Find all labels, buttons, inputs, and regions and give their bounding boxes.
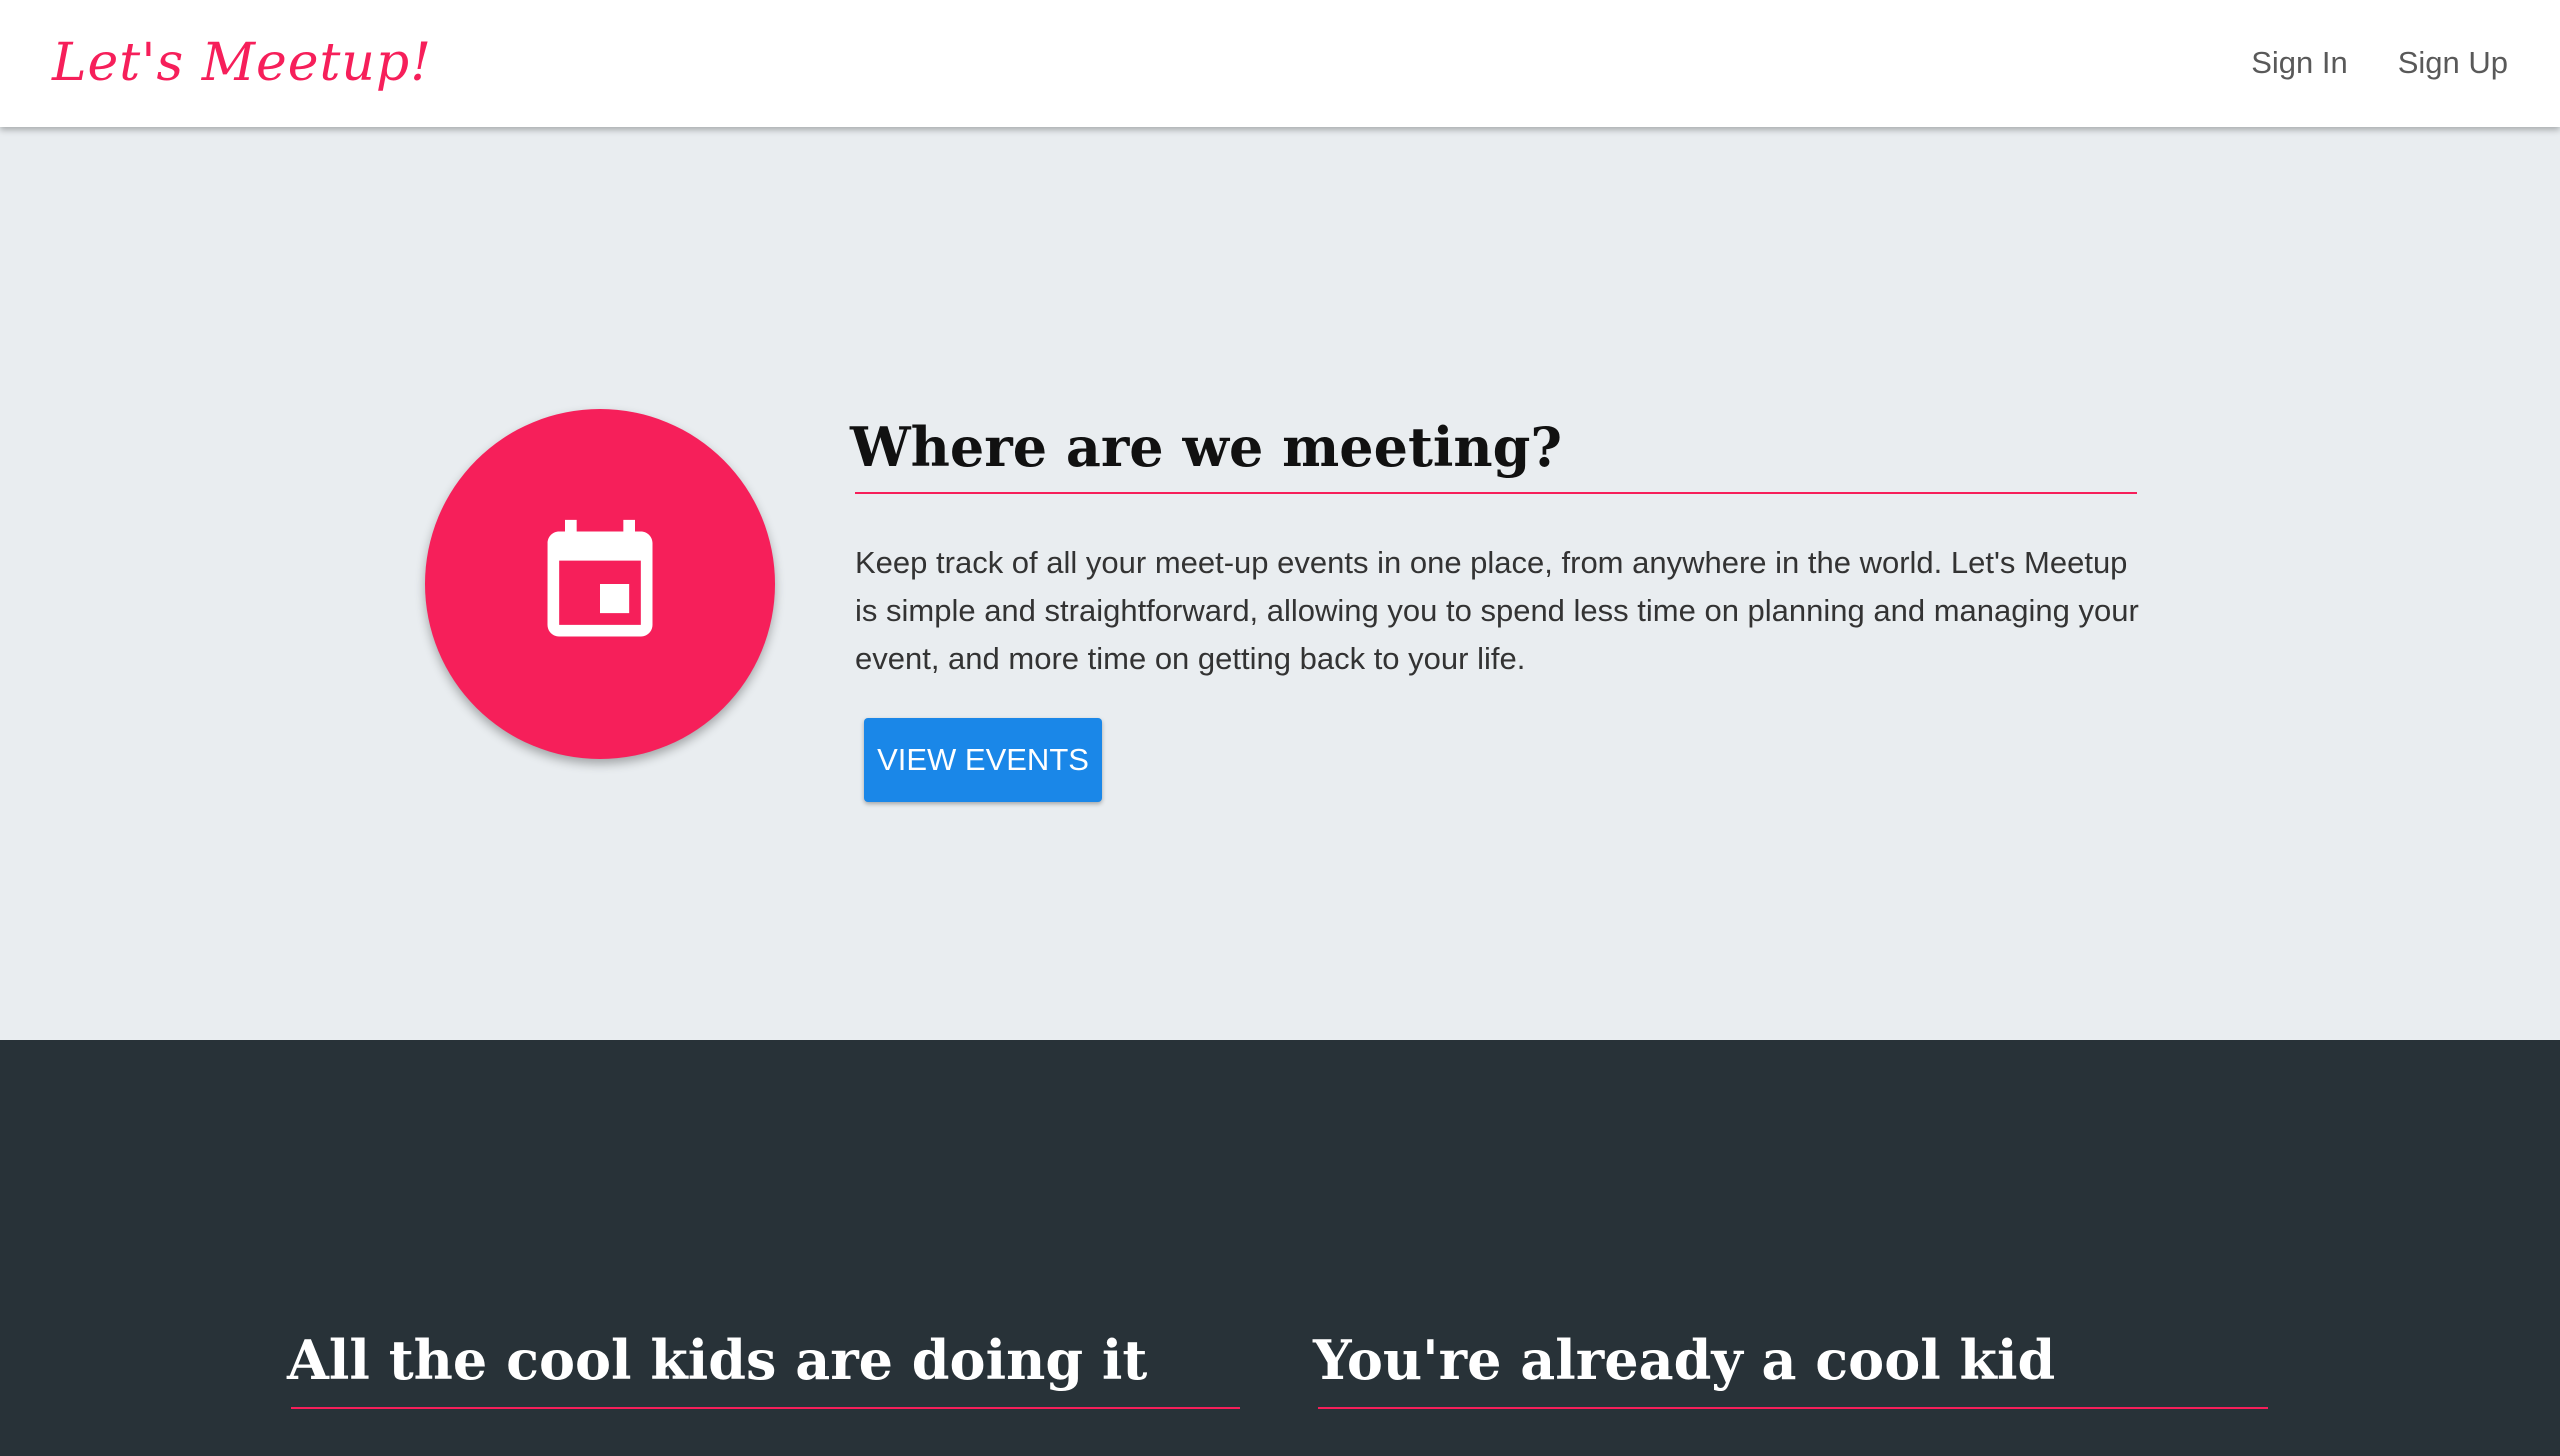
sign-up-link[interactable]: Sign Up <box>2398 38 2508 88</box>
view-events-button[interactable]: VIEW EVENTS <box>864 718 1102 802</box>
feature-divider-right <box>1318 1407 2268 1409</box>
hero-description: Keep track of all your meet-up events in… <box>855 545 2139 676</box>
feature-title-right: You're already a cool kid <box>1313 1328 2056 1392</box>
brand-logo[interactable]: Let's Meetup! <box>52 28 432 98</box>
feature-divider-left <box>291 1407 1240 1409</box>
hero-title: Where are we meeting? <box>850 415 1563 479</box>
calendar-icon <box>547 519 653 637</box>
hero-section: Where are we meeting? Keep track of all … <box>0 127 2560 1040</box>
sign-in-link[interactable]: Sign In <box>2251 38 2348 88</box>
features-section: All the cool kids are doing it You're al… <box>0 1040 2560 1456</box>
hero-icon-circle <box>425 409 775 759</box>
nav-links: Sign In Sign Up <box>2251 38 2508 88</box>
top-navbar: Let's Meetup! Sign In Sign Up <box>0 0 2560 127</box>
feature-title-left: All the cool kids are doing it <box>287 1328 1148 1392</box>
hero-title-divider <box>855 492 2137 494</box>
